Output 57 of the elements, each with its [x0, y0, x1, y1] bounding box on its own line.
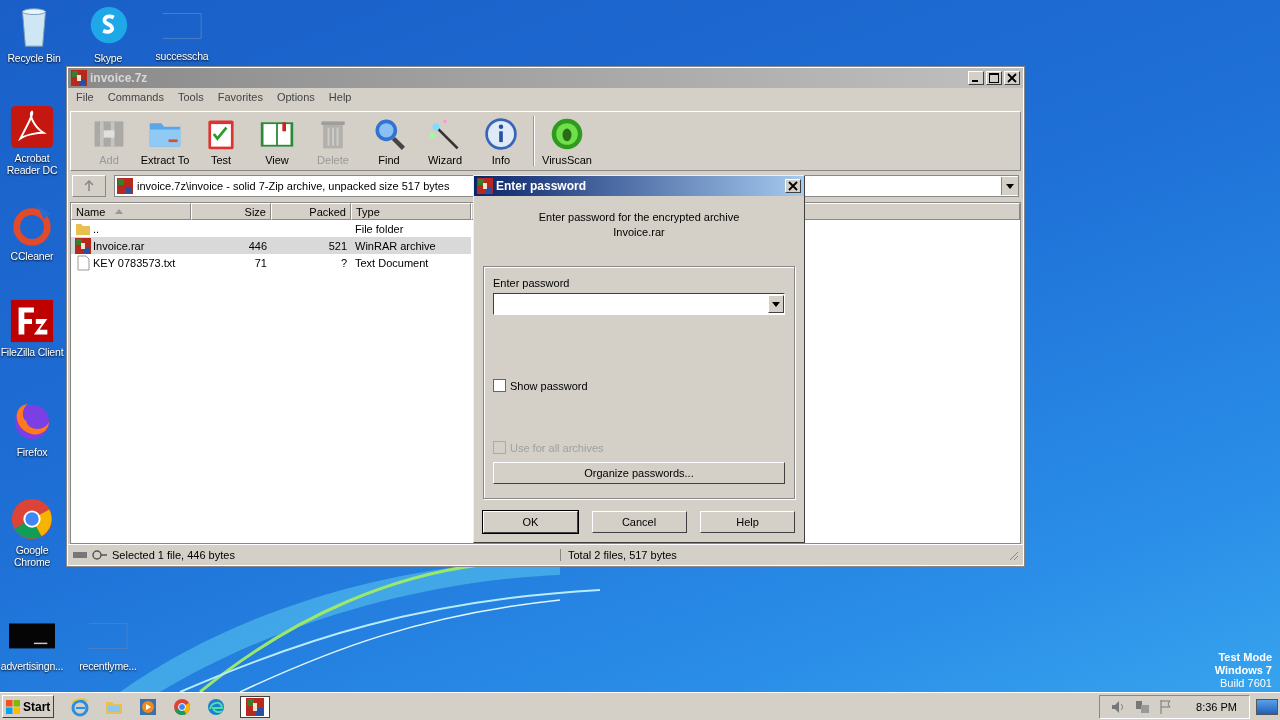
- file-type: File folder: [355, 222, 404, 235]
- toolbar-button[interactable]: Wizard: [419, 114, 471, 168]
- field-label: Enter password: [493, 277, 571, 289]
- desktop-icon-label[interactable]: FileZilla Client: [0, 346, 64, 358]
- toolbar-button[interactable]: Extract To: [139, 114, 191, 168]
- column-header[interactable]: Name: [71, 203, 191, 220]
- system-text: Build 7601: [1220, 677, 1272, 690]
- file-name: KEY 0783573.txt: [93, 256, 176, 269]
- desktop-icon-label[interactable]: Skype: [93, 52, 123, 64]
- desktop-icon-label[interactable]: successcha: [155, 50, 209, 62]
- file-row[interactable]: .. File folder: [71, 220, 471, 237]
- desktop-icon-label[interactable]: recentlyme...: [79, 660, 137, 672]
- toolbar-button[interactable]: VirusScan: [541, 114, 593, 168]
- desktop-icon-label[interactable]: Google Chrome: [0, 544, 64, 568]
- column-header[interactable]: Size: [191, 203, 271, 220]
- desktop-icon-label[interactable]: advertisingn...: [0, 660, 64, 672]
- toolbar-button[interactable]: Test: [195, 114, 247, 168]
- checkbox-label[interactable]: Show password: [510, 379, 588, 392]
- file-row[interactable]: Invoice.rar 446 521 WinRAR archive: [71, 237, 471, 254]
- dialog-button[interactable]: OK: [483, 511, 578, 533]
- toolbar-button[interactable]: View: [251, 114, 303, 168]
- menu-item[interactable]: Options: [276, 91, 315, 106]
- dialog-button[interactable]: Help: [700, 511, 795, 533]
- menu-item[interactable]: Help: [328, 91, 352, 106]
- file-type: Text Document: [355, 256, 429, 269]
- system-text: Test Mode: [1218, 651, 1272, 664]
- dialog-message: Enter password for the encrypted archive: [538, 210, 740, 225]
- status-text: Total 2 files, 517 bytes: [567, 549, 678, 561]
- clock-time[interactable]: 8:36 PM: [1196, 700, 1237, 713]
- menu-item[interactable]: Favorites: [217, 91, 263, 106]
- organize-passwords-button[interactable]: Organize passwords...: [493, 462, 785, 484]
- status-text: Selected 1 file, 446 bytes: [112, 549, 561, 561]
- file-row[interactable]: KEY 0783573.txt 71 ? Text Document: [71, 254, 471, 271]
- file-name: ..: [93, 222, 100, 235]
- toolbar-button[interactable]: Find: [363, 114, 415, 168]
- packed-size: 521: [328, 239, 347, 252]
- start-button[interactable]: Start: [2, 695, 54, 718]
- menu-item[interactable]: File: [76, 91, 94, 106]
- packed-size: ?: [340, 256, 347, 269]
- desktop-icon-label[interactable]: CCleaner: [10, 250, 54, 262]
- dialog-message: Invoice.rar: [613, 225, 665, 240]
- file-name: Invoice.rar: [93, 239, 145, 252]
- dialog-title: Enter password: [496, 179, 588, 193]
- desktop-icon-label[interactable]: Recycle Bin: [7, 52, 61, 64]
- toolbar-button[interactable]: Info: [475, 114, 527, 168]
- menu-item[interactable]: Commands: [107, 91, 164, 106]
- column-header[interactable]: Type: [351, 203, 471, 220]
- desktop-icon-label[interactable]: Firefox: [16, 446, 48, 458]
- file-type: WinRAR archive: [355, 239, 436, 252]
- column-header[interactable]: Packed: [271, 203, 351, 220]
- file-size: 446: [248, 239, 267, 252]
- desktop-icon-label[interactable]: Acrobat Reader DC: [0, 152, 64, 176]
- window-title: invoice.7z: [90, 71, 149, 85]
- menu-item[interactable]: Tools: [178, 91, 204, 106]
- dialog-button[interactable]: Cancel: [591, 511, 687, 533]
- system-text: Windows 7: [1214, 664, 1272, 677]
- file-size: 71: [254, 256, 267, 269]
